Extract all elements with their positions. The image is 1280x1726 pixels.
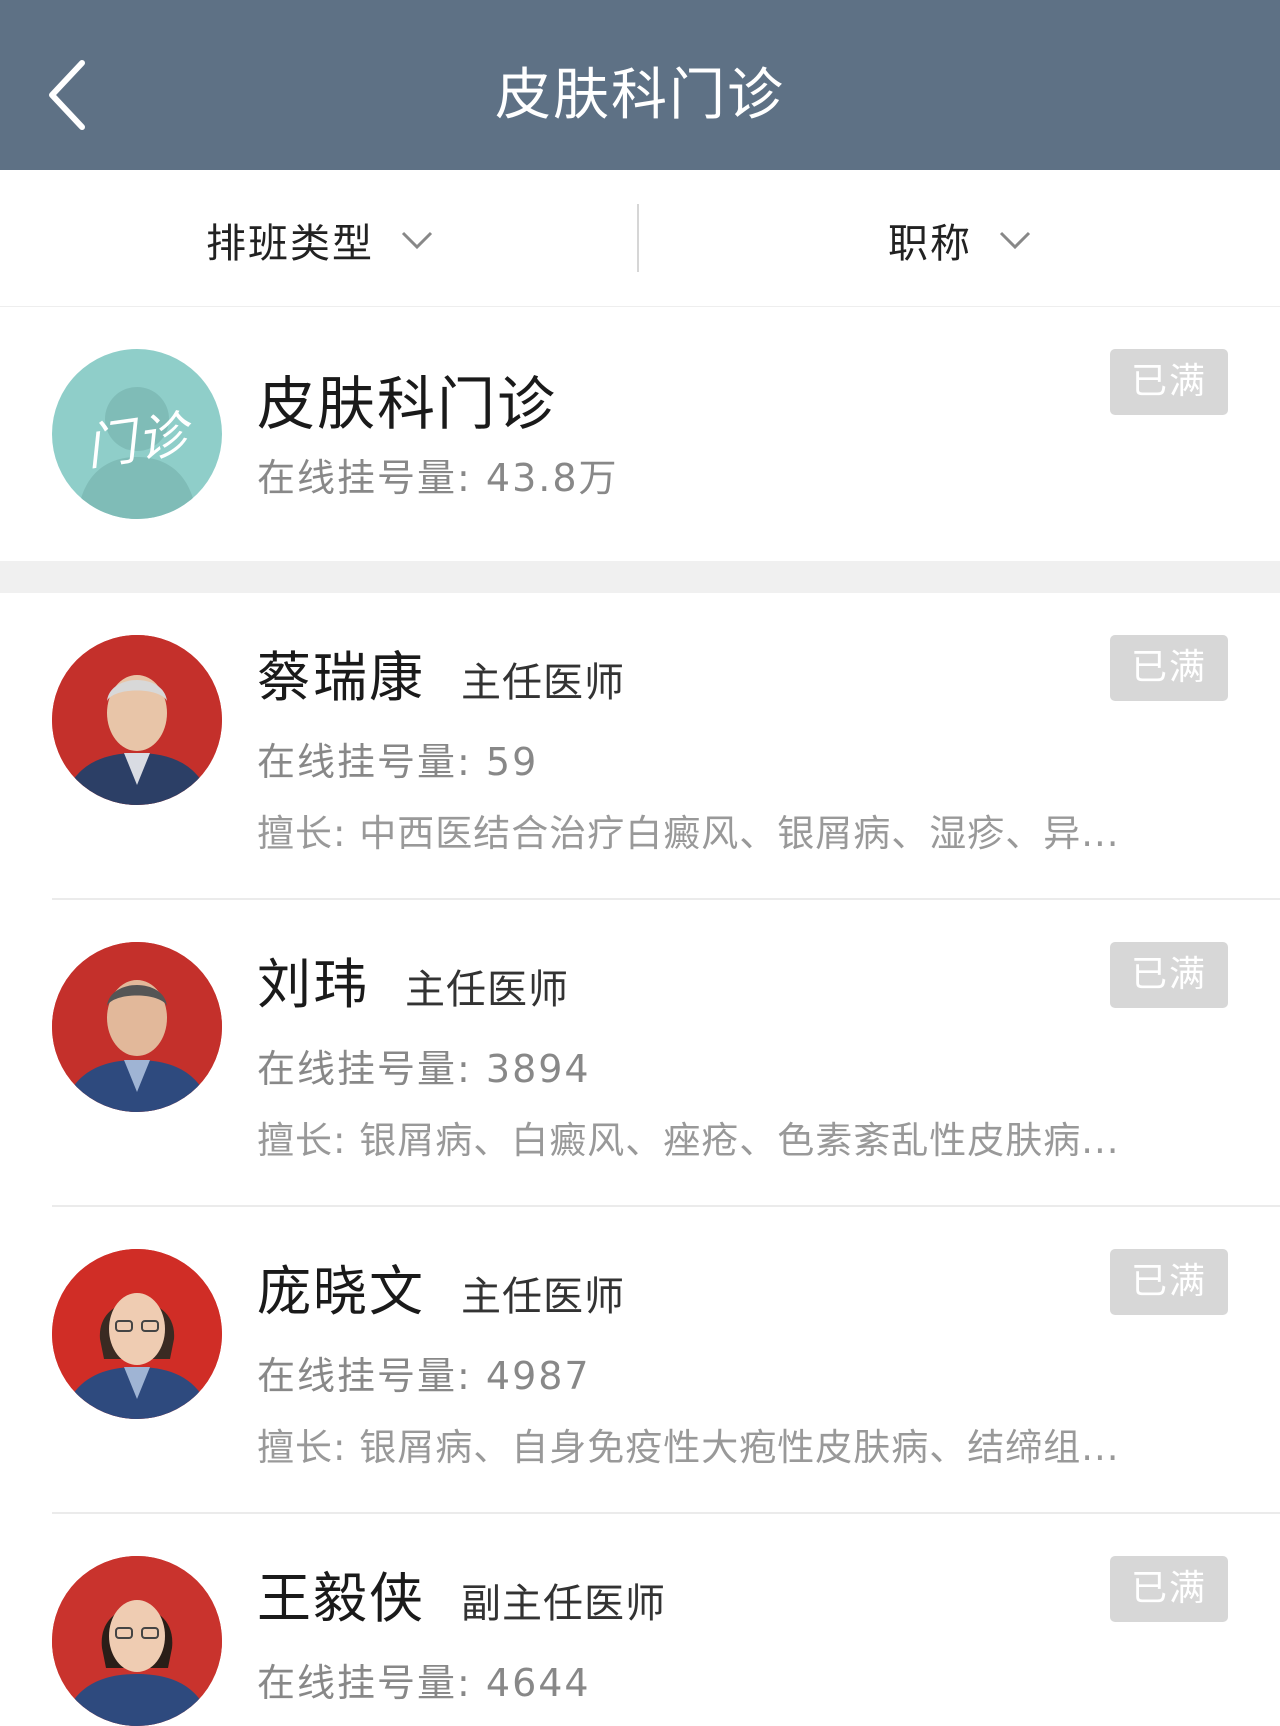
doctor-specialty: 擅长: 银屑病、自身免疫性大疱性皮肤病、结缔组...	[257, 1426, 1120, 1469]
chevron-down-icon	[401, 231, 433, 250]
doctor-list-item[interactable]: 庞晓文 主任医师 在线挂号量: 4987 擅长: 银屑病、自身免疫性大疱性皮肤病…	[0, 1207, 1280, 1514]
section-gap	[0, 561, 1280, 593]
doctor-title: 主任医师	[461, 660, 625, 706]
clinic-avatar: 门诊	[52, 349, 222, 519]
doctor-name-text: 庞晓文	[257, 1260, 425, 1323]
doctor-name-text: 蔡瑞康	[257, 646, 425, 709]
registration-count: 在线挂号量: 4644	[257, 1652, 591, 1707]
registration-count-label: 在线挂号量:	[257, 456, 472, 500]
job-title-dropdown[interactable]: 职称	[888, 210, 1032, 270]
doctor-name: 王毅侠 副主任医师	[257, 1554, 666, 1633]
job-title-label: 职称	[888, 221, 972, 267]
doctor-list-item[interactable]: 王毅侠 副主任医师 在线挂号量: 4644 已满	[0, 1514, 1280, 1726]
doctor-list-item[interactable]: 蔡瑞康 主任医师 在线挂号量: 59 擅长: 中西医结合治疗白癜风、银屑病、湿疹…	[0, 593, 1280, 900]
page-title: 皮肤科门诊	[495, 63, 785, 128]
status-badge[interactable]: 已满	[1110, 1249, 1228, 1315]
doctor-list-item[interactable]: 刘玮 主任医师 在线挂号量: 3894 擅长: 银屑病、白癜风、痤疮、色素紊乱性…	[0, 900, 1280, 1207]
status-badge[interactable]: 已满	[1110, 349, 1228, 415]
registration-count-label: 在线挂号量:	[257, 1047, 472, 1091]
doctor-name: 庞晓文 主任医师	[257, 1247, 625, 1326]
doctor-specialty: 擅长: 中西医结合治疗白癜风、银屑病、湿疹、异...	[257, 812, 1120, 855]
doctor-avatar	[52, 635, 222, 805]
schedule-type-label: 排班类型	[206, 221, 374, 267]
doctor-title: 副主任医师	[461, 1581, 666, 1627]
registration-count: 在线挂号量: 43.8万	[257, 447, 619, 502]
status-badge[interactable]: 已满	[1110, 1556, 1228, 1622]
registration-count: 在线挂号量: 4987	[257, 1345, 591, 1400]
registration-count-label: 在线挂号量:	[257, 1661, 472, 1705]
status-badge[interactable]: 已满	[1110, 635, 1228, 701]
doctor-name: 蔡瑞康 主任医师	[257, 633, 625, 712]
status-badge[interactable]: 已满	[1110, 942, 1228, 1008]
doctor-avatar	[52, 1249, 222, 1419]
chevron-down-icon	[999, 231, 1031, 250]
registration-count-label: 在线挂号量:	[257, 740, 472, 784]
registration-count-value: 43.8万	[485, 456, 619, 500]
doctor-title: 主任医师	[461, 1274, 625, 1320]
registration-count-value: 4644	[485, 1661, 591, 1705]
registration-count-label: 在线挂号量:	[257, 1354, 472, 1398]
registration-count-value: 4987	[485, 1354, 591, 1398]
filter-bar: 排班类型 职称	[0, 170, 1280, 307]
clinic-list-item[interactable]: 门诊 皮肤科门诊 在线挂号量: 43.8万 已满	[0, 307, 1280, 561]
schedule-type-dropdown[interactable]: 排班类型	[206, 210, 434, 270]
doctor-specialty: 擅长: 银屑病、白癜风、痤疮、色素紊乱性皮肤病...	[257, 1119, 1120, 1162]
top-nav-bar: 皮肤科门诊	[0, 0, 1280, 170]
registration-count: 在线挂号量: 59	[257, 731, 538, 786]
doctor-name-text: 王毅侠	[257, 1567, 425, 1630]
doctor-avatar	[52, 1556, 222, 1726]
clinic-name: 皮肤科门诊	[257, 370, 558, 438]
registration-count: 在线挂号量: 3894	[257, 1038, 591, 1093]
doctor-name-text: 刘玮	[257, 953, 369, 1016]
filter-divider	[637, 204, 639, 272]
doctor-title: 主任医师	[405, 967, 569, 1013]
registration-count-value: 59	[485, 740, 539, 784]
registration-count-value: 3894	[485, 1047, 591, 1091]
doctor-avatar	[52, 942, 222, 1112]
doctor-name: 刘玮 主任医师	[257, 940, 569, 1019]
